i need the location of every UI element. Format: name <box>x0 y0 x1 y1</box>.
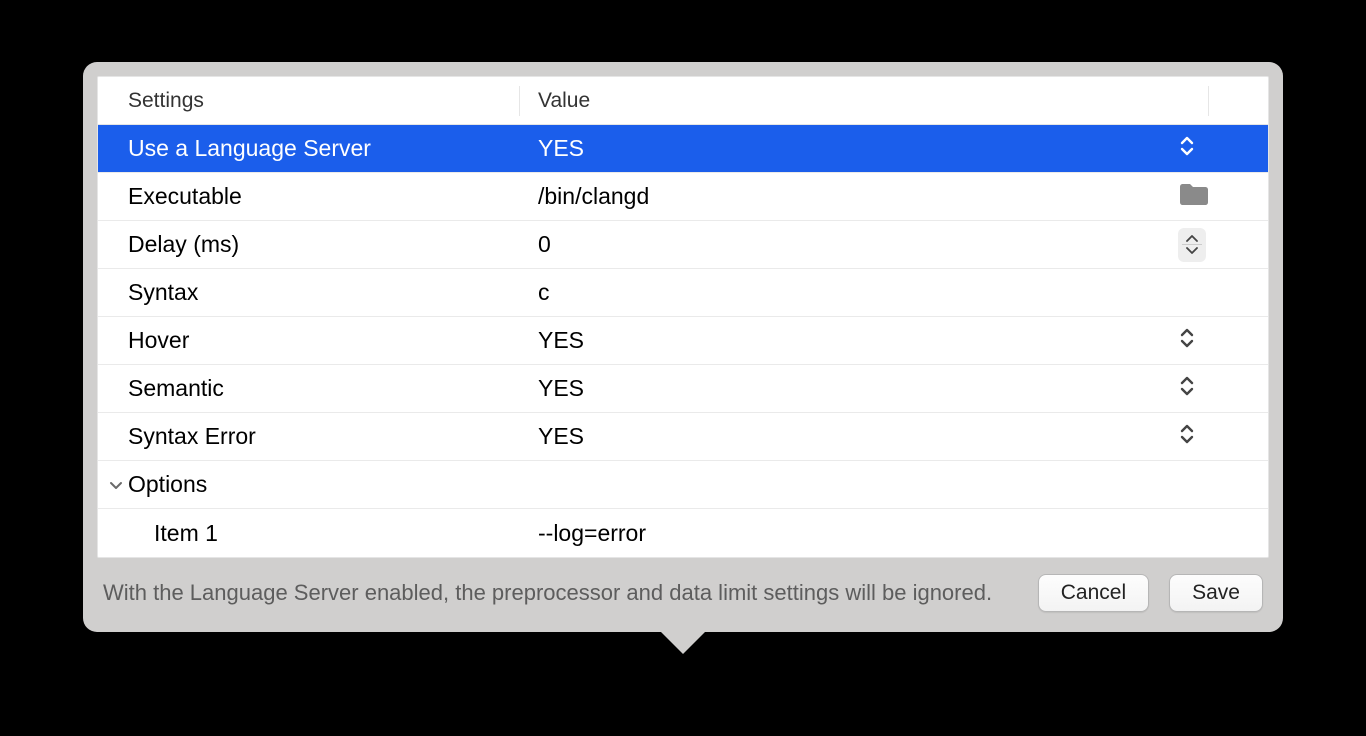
row-label: Delay (ms) <box>98 231 520 258</box>
row-control <box>1168 327 1268 354</box>
row-delay[interactable]: Delay (ms) 0 <box>98 221 1268 269</box>
settings-popover: Settings Value Use a Language Server YES… <box>83 62 1283 632</box>
header-settings[interactable]: Settings <box>98 86 520 116</box>
settings-table: Settings Value Use a Language Server YES… <box>97 76 1269 558</box>
row-value[interactable]: YES <box>520 135 1168 162</box>
row-syntax[interactable]: Syntax c <box>98 269 1268 317</box>
row-label: Syntax <box>98 279 520 306</box>
row-syntax-error[interactable]: Syntax Error YES <box>98 413 1268 461</box>
chevron-down-icon[interactable] <box>108 477 124 493</box>
dropdown-icon[interactable] <box>1178 375 1196 402</box>
row-label: Syntax Error <box>98 423 520 450</box>
row-value[interactable]: /bin/clangd <box>520 183 1168 210</box>
row-executable[interactable]: Executable /bin/clangd <box>98 173 1268 221</box>
row-label: Options <box>98 471 520 498</box>
table-body: Use a Language Server YES Executable /bi… <box>98 125 1268 557</box>
header-value[interactable]: Value <box>520 86 1208 116</box>
dropdown-icon[interactable] <box>1178 135 1196 162</box>
dropdown-icon[interactable] <box>1178 423 1196 450</box>
chevron-up-icon[interactable] <box>1186 235 1198 243</box>
row-label: Semantic <box>98 375 520 402</box>
header-spacer <box>1208 86 1268 116</box>
row-control <box>1168 228 1268 262</box>
row-label: Hover <box>98 327 520 354</box>
folder-icon[interactable] <box>1178 181 1210 212</box>
row-control <box>1168 423 1268 450</box>
stepper[interactable] <box>1178 228 1206 262</box>
footer: With the Language Server enabled, the pr… <box>97 558 1269 618</box>
table-header: Settings Value <box>98 77 1268 125</box>
row-value[interactable]: YES <box>520 375 1168 402</box>
row-label: Use a Language Server <box>98 135 520 162</box>
row-control <box>1168 181 1268 212</box>
dropdown-icon[interactable] <box>1178 327 1196 354</box>
cancel-button[interactable]: Cancel <box>1038 574 1149 612</box>
row-value[interactable]: c <box>520 279 1168 306</box>
row-hover[interactable]: Hover YES <box>98 317 1268 365</box>
row-control <box>1168 375 1268 402</box>
save-button[interactable]: Save <box>1169 574 1263 612</box>
popover-anchor-arrow <box>659 630 707 654</box>
row-value[interactable]: --log=error <box>520 520 1168 547</box>
row-value[interactable]: 0 <box>520 231 1168 258</box>
row-value[interactable]: YES <box>520 327 1168 354</box>
stepper-divider <box>1182 244 1202 245</box>
row-value[interactable]: YES <box>520 423 1168 450</box>
row-label: Item 1 <box>98 520 520 547</box>
row-control <box>1168 135 1268 162</box>
row-item-1[interactable]: Item 1 --log=error <box>98 509 1268 557</box>
footer-note: With the Language Server enabled, the pr… <box>103 580 1018 606</box>
row-label: Executable <box>98 183 520 210</box>
row-use-language-server[interactable]: Use a Language Server YES <box>98 125 1268 173</box>
chevron-down-icon[interactable] <box>1186 246 1198 254</box>
row-options[interactable]: Options <box>98 461 1268 509</box>
row-semantic[interactable]: Semantic YES <box>98 365 1268 413</box>
